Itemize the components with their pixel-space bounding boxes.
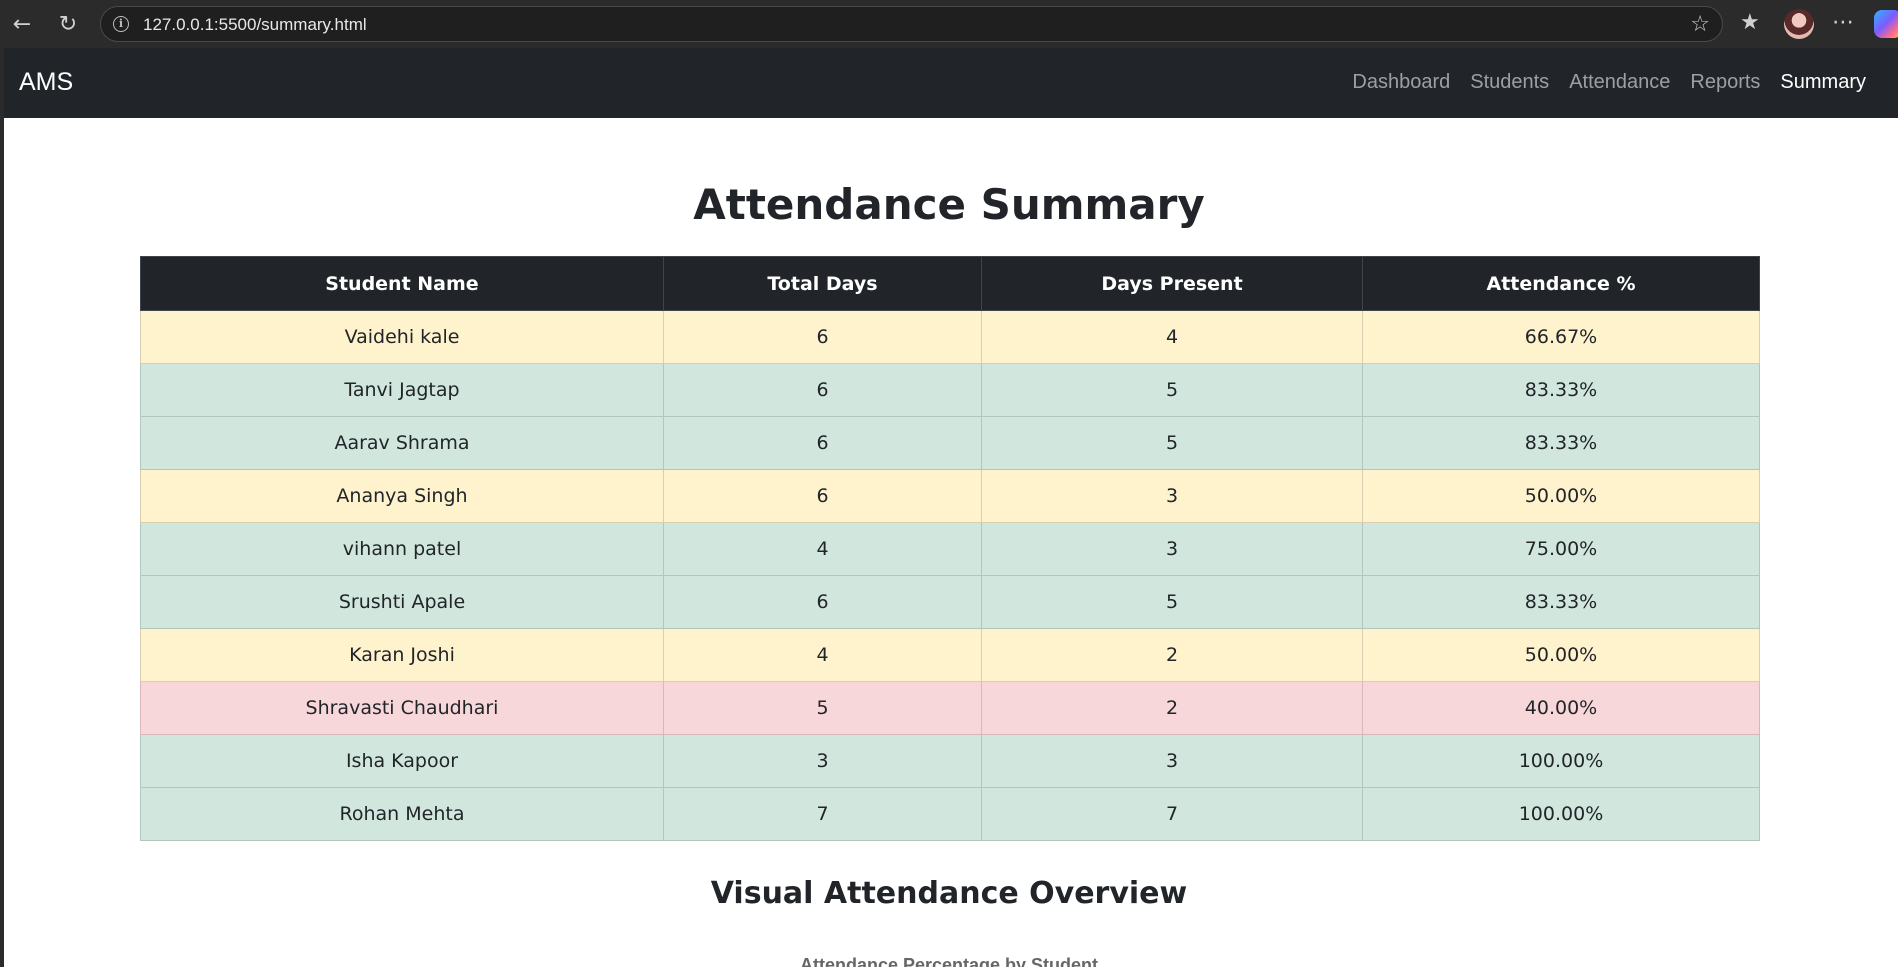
cell-student-name: Aarav Shrama bbox=[140, 416, 664, 470]
cell-student-name: vihann patel bbox=[140, 522, 664, 576]
nav-link-students[interactable]: Students bbox=[1460, 71, 1559, 94]
nav-links: Dashboard Students Attendance Reports Su… bbox=[1342, 71, 1876, 94]
cell-days-present: 2 bbox=[981, 681, 1363, 735]
cell-student-name: Srushti Apale bbox=[140, 575, 664, 629]
cell-total-days: 6 bbox=[663, 416, 982, 470]
section-title: Visual Attendance Overview bbox=[710, 876, 1188, 911]
table-body: Vaidehi kale 6 4 66.67% Tanvi Jagtap 6 5 83.33%… bbox=[140, 310, 1760, 841]
top-navbar: AMS Dashboard Students Attendance Report… bbox=[4, 48, 1898, 118]
cell-days-present: 5 bbox=[981, 416, 1363, 470]
column-header-total-days: Total Days bbox=[663, 256, 982, 311]
nav-link-summary[interactable]: Summary bbox=[1770, 71, 1876, 94]
cell-student-name: Karan Joshi bbox=[140, 628, 664, 682]
site-info-icon[interactable]: i bbox=[113, 16, 129, 32]
cell-attendance-percent: 100.00% bbox=[1362, 734, 1760, 788]
cell-total-days: 4 bbox=[663, 522, 982, 576]
table-row: vihann patel 4 3 75.00% bbox=[140, 522, 1760, 576]
cell-student-name: Tanvi Jagtap bbox=[140, 363, 664, 417]
cell-days-present: 7 bbox=[981, 787, 1363, 841]
table-row: Aarav Shrama 6 5 83.33% bbox=[140, 416, 1760, 470]
cell-total-days: 6 bbox=[663, 575, 982, 629]
profile-avatar[interactable] bbox=[1784, 9, 1814, 39]
cell-student-name: Rohan Mehta bbox=[140, 787, 664, 841]
cell-total-days: 6 bbox=[663, 363, 982, 417]
cell-attendance-percent: 75.00% bbox=[1362, 522, 1760, 576]
cell-days-present: 5 bbox=[981, 575, 1363, 629]
column-header-attendance-percent: Attendance % bbox=[1362, 256, 1760, 311]
cell-student-name: Shravasti Chaudhari bbox=[140, 681, 664, 735]
brand-logo[interactable]: AMS bbox=[19, 68, 73, 97]
column-header-student-name: Student Name bbox=[140, 256, 664, 311]
cell-student-name: Vaidehi kale bbox=[140, 310, 664, 364]
cell-total-days: 3 bbox=[663, 734, 982, 788]
table-row: Tanvi Jagtap 6 5 83.33% bbox=[140, 363, 1760, 417]
address-bar[interactable]: i 127.0.0.1:5500/summary.html ☆ bbox=[100, 6, 1723, 42]
table-row: Ananya Singh 6 3 50.00% bbox=[140, 469, 1760, 523]
reload-icon[interactable]: ↻ bbox=[54, 10, 82, 38]
favorite-star-icon[interactable]: ☆ bbox=[1690, 12, 1710, 37]
page-viewport: AMS Dashboard Students Attendance Report… bbox=[4, 48, 1898, 967]
cell-days-present: 2 bbox=[981, 628, 1363, 682]
cell-attendance-percent: 50.00% bbox=[1362, 628, 1760, 682]
page-title: Attendance Summary bbox=[693, 180, 1205, 229]
column-header-days-present: Days Present bbox=[981, 256, 1363, 311]
table-row: Srushti Apale 6 5 83.33% bbox=[140, 575, 1760, 629]
nav-link-dashboard[interactable]: Dashboard bbox=[1342, 71, 1460, 94]
chart-title: Attendance Percentage by Student bbox=[799, 955, 1099, 967]
favorites-icon[interactable]: ★ bbox=[1740, 10, 1760, 35]
cell-total-days: 6 bbox=[663, 310, 982, 364]
cell-attendance-percent: 83.33% bbox=[1362, 416, 1760, 470]
cell-attendance-percent: 83.33% bbox=[1362, 575, 1760, 629]
table-header-row: Student Name Total Days Days Present Att… bbox=[140, 256, 1760, 311]
cell-student-name: Isha Kapoor bbox=[140, 734, 664, 788]
cell-attendance-percent: 100.00% bbox=[1362, 787, 1760, 841]
cell-days-present: 3 bbox=[981, 469, 1363, 523]
cell-attendance-percent: 40.00% bbox=[1362, 681, 1760, 735]
copilot-icon[interactable] bbox=[1874, 10, 1898, 38]
cell-total-days: 4 bbox=[663, 628, 982, 682]
cell-days-present: 3 bbox=[981, 522, 1363, 576]
url-text: 127.0.0.1:5500/summary.html bbox=[143, 15, 367, 34]
cell-attendance-percent: 66.67% bbox=[1362, 310, 1760, 364]
cell-student-name: Ananya Singh bbox=[140, 469, 664, 523]
attendance-summary-table: Student Name Total Days Days Present Att… bbox=[140, 256, 1760, 841]
cell-attendance-percent: 83.33% bbox=[1362, 363, 1760, 417]
cell-days-present: 5 bbox=[981, 363, 1363, 417]
nav-link-reports[interactable]: Reports bbox=[1680, 71, 1770, 94]
cell-total-days: 6 bbox=[663, 469, 982, 523]
table-row: Isha Kapoor 3 3 100.00% bbox=[140, 734, 1760, 788]
table-row: Shravasti Chaudhari 5 2 40.00% bbox=[140, 681, 1760, 735]
cell-days-present: 3 bbox=[981, 734, 1363, 788]
browser-chrome: ← ↻ i 127.0.0.1:5500/summary.html ☆ ★ ⋯ bbox=[0, 0, 1898, 48]
table-row: Rohan Mehta 7 7 100.00% bbox=[140, 787, 1760, 841]
table-row: Vaidehi kale 6 4 66.67% bbox=[140, 310, 1760, 364]
cell-total-days: 5 bbox=[663, 681, 982, 735]
cell-days-present: 4 bbox=[981, 310, 1363, 364]
more-menu-icon[interactable]: ⋯ bbox=[1832, 10, 1855, 35]
nav-link-attendance[interactable]: Attendance bbox=[1559, 71, 1680, 94]
cell-attendance-percent: 50.00% bbox=[1362, 469, 1760, 523]
table-row: Karan Joshi 4 2 50.00% bbox=[140, 628, 1760, 682]
cell-total-days: 7 bbox=[663, 787, 982, 841]
back-arrow-icon[interactable]: ← bbox=[8, 10, 36, 38]
